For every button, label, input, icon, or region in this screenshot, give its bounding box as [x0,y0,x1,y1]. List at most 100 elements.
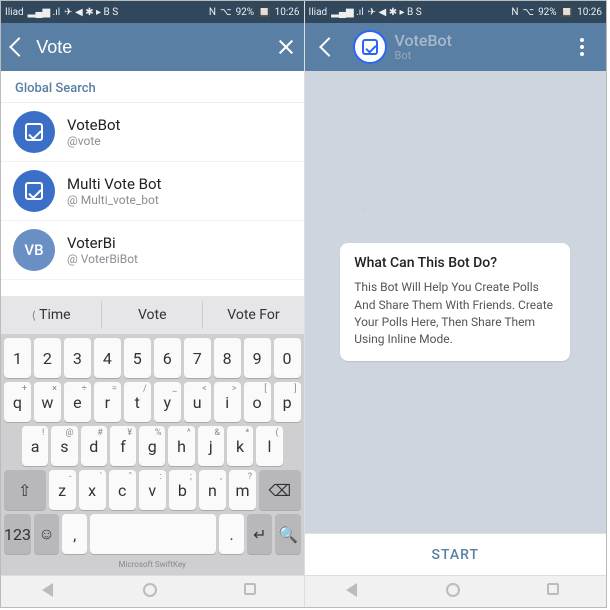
key-d[interactable]: d# [81,426,107,466]
status-bar: Iliad ▂▄▆ .ıl ✈ ◀ ✱ ▸ B S N ⌥ 92% 🔲 10:2… [1,1,304,23]
keyboard-brand-label: Microsoft SwiftKey [4,558,301,573]
nav-back-button[interactable] [346,583,364,601]
nav-back-button[interactable] [42,583,60,601]
key-z[interactable]: z- [49,470,76,510]
nav-recents-button[interactable] [547,583,565,601]
result-handle: @ VoterBiBot [67,252,138,266]
key-x[interactable]: x' [79,470,106,510]
search-result-row[interactable]: VoteBot @vote [1,103,304,162]
carrier-label: Iliad [309,7,328,18]
back-button[interactable] [9,31,28,63]
suggestion[interactable]: ⟨ Time [1,301,102,329]
keyboard-row-2: a!s@d#f¥g%h^j&k*l( [4,426,301,466]
chat-title-block[interactable]: VoteBot Bot [395,32,559,62]
nav-recents-button[interactable] [244,583,262,601]
key-5[interactable]: 5 [124,338,151,378]
arrow-left-icon [12,40,26,54]
kebab-menu-icon [580,38,584,56]
key-f[interactable]: f¥ [110,426,136,466]
spacebar-key[interactable] [90,514,216,554]
nav-home-button[interactable] [446,583,464,601]
result-handle: @vote [67,134,120,148]
chat-appbar: VoteBot Bot [305,23,607,71]
key-0[interactable]: 0 [274,338,301,378]
key-u[interactable]: u< [184,382,211,422]
keyboard-row-bottom: 123 ☺ , . ↵ 🔍 [4,514,301,554]
result-name: VoterBi [67,234,138,252]
chat-subtitle: Bot [395,50,559,62]
key-y[interactable]: y_ [154,382,181,422]
key-j[interactable]: j& [198,426,224,466]
key-9[interactable]: 9 [244,338,271,378]
clock-label: 10:26 [275,7,300,18]
enter-key[interactable]: ↵ [247,514,272,554]
suggestion[interactable]: Vote For [203,301,303,329]
search-key[interactable]: 🔍 [275,514,300,554]
result-name: VoteBot [67,116,120,134]
key-v[interactable]: v: [139,470,166,510]
key-e[interactable]: e÷ [64,382,91,422]
shift-key[interactable]: ⇧ [4,470,46,510]
nfc-icon: N [209,7,216,18]
key-6[interactable]: 6 [154,338,181,378]
bot-info-bubble: What Can This Bot Do? This Bot Will Help… [340,243,570,361]
key-h[interactable]: h^ [168,426,194,466]
key-4[interactable]: 4 [94,338,121,378]
checkbox-icon [362,39,378,55]
key-i[interactable]: i> [214,382,241,422]
search-input[interactable] [36,37,268,58]
search-result-row[interactable]: Multi Vote Bot @ Multi_vote_bot [1,162,304,221]
battery-label: 92% [538,7,557,18]
bot-avatar[interactable] [353,30,387,64]
arrow-left-icon [322,40,336,54]
menu-button[interactable] [566,31,598,63]
period-key[interactable]: . [219,514,244,554]
key-w[interactable]: w× [34,382,61,422]
close-icon [277,38,295,56]
key-m[interactable]: m? [229,470,256,510]
symbols-key[interactable]: 123 [4,514,31,554]
start-button[interactable]: START [305,533,607,575]
key-n[interactable]: n, [199,470,226,510]
circle-home-icon [143,583,157,597]
key-l[interactable]: l( [256,426,282,466]
key-3[interactable]: 3 [64,338,91,378]
key-q[interactable]: q+ [4,382,31,422]
key-t[interactable]: t/ [124,382,151,422]
bluetooth-icon: ⌥ [220,7,232,18]
key-k[interactable]: k* [227,426,253,466]
suggestion[interactable]: Vote [102,301,203,329]
bot-avatar-icon [13,111,55,153]
square-recents-icon [547,583,559,595]
key-8[interactable]: 8 [214,338,241,378]
key-g[interactable]: g% [139,426,165,466]
carrier-label: Iliad [5,7,24,18]
emoji-key[interactable]: ☺ [34,514,59,554]
search-results: VoteBot @vote Multi Vote Bot @ Multi_vot… [1,103,304,280]
key-1[interactable]: 1 [4,338,31,378]
key-7[interactable]: 7 [184,338,211,378]
battery-label: 92% [236,7,255,18]
search-result-row[interactable]: VB VoterBi @ VoterBiBot [1,221,304,280]
key-b[interactable]: b; [169,470,196,510]
key-2[interactable]: 2 [34,338,61,378]
key-c[interactable]: c" [109,470,136,510]
back-button[interactable] [313,31,345,63]
android-navbar [305,575,607,607]
triangle-back-icon [42,583,53,597]
key-a[interactable]: a! [22,426,48,466]
android-navbar [1,575,304,607]
backspace-key[interactable]: ⌫ [259,470,301,510]
keyboard: 1234567890 q+w×e÷r=t/y_u<i>o[p] a!s@d#f¥… [1,334,304,575]
chat-area[interactable]: What Can This Bot Do? This Bot Will Help… [305,71,607,533]
result-handle: @ Multi_vote_bot [67,193,161,207]
key-s[interactable]: s@ [51,426,77,466]
key-o[interactable]: o[ [244,382,271,422]
clear-search-button[interactable] [276,31,295,63]
keyboard-row-3: ⇧ z-x'c"v:b;n,m? ⌫ [4,470,301,510]
nav-home-button[interactable] [143,583,161,601]
triangle-back-icon [346,583,357,597]
comma-key[interactable]: , [62,514,87,554]
key-r[interactable]: r= [94,382,121,422]
key-p[interactable]: p] [274,382,301,422]
